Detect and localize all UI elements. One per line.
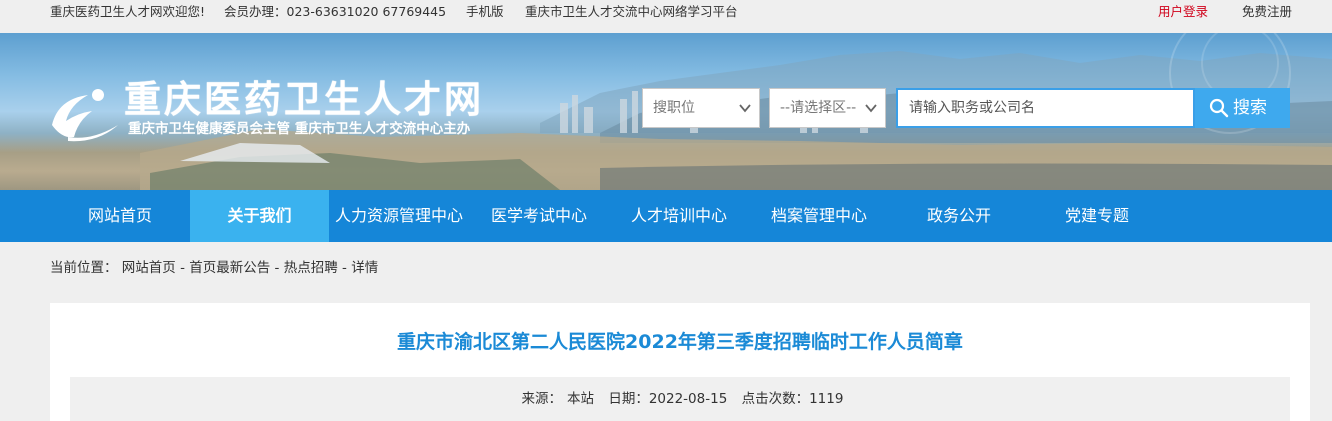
- article-meta: 来源： 本站 日期：2022-08-15 点击次数：1119: [70, 390, 1290, 408]
- chevron-down-icon: [739, 104, 751, 113]
- nav-item-party-building[interactable]: 党建专题: [1029, 190, 1165, 242]
- nav-item-home[interactable]: 网站首页: [50, 190, 190, 242]
- header-banner: 重庆医药卫生人才网 重庆市卫生健康委员会主管 重庆市卫生人才交流中心主办 搜职位…: [0, 33, 1332, 190]
- breadcrumb-separator: -: [175, 260, 190, 276]
- area-select[interactable]: --请选择区--: [769, 88, 886, 128]
- date-value: 2022-08-15: [648, 391, 728, 407]
- search-icon: [1209, 98, 1229, 118]
- clicks-value: 1119: [809, 391, 844, 407]
- nav-item-government-affairs[interactable]: 政务公开: [889, 190, 1029, 242]
- site-logo-icon: [52, 89, 118, 142]
- nav-item-archive-center[interactable]: 档案管理中心: [749, 190, 889, 242]
- breadcrumb-hot-jobs[interactable]: 热点招聘: [284, 260, 338, 276]
- site-title: 重庆医药卫生人才网: [124, 78, 484, 121]
- site-sponsor: 重庆市卫生健康委员会主管 重庆市卫生人才交流中心主办: [128, 121, 471, 137]
- area-value: --请选择区--: [780, 100, 857, 116]
- source-value: 本站: [567, 391, 595, 407]
- mobile-version-link[interactable]: 手机版: [466, 4, 504, 20]
- search-button[interactable]: 搜索: [1195, 88, 1290, 128]
- breadcrumb-home[interactable]: 网站首页: [122, 260, 176, 276]
- register-link[interactable]: 免费注册: [1242, 4, 1292, 20]
- nav-item-hr-center[interactable]: 人力资源管理中心: [329, 190, 469, 242]
- breadcrumb: 当前位置： 网站首页 - 首页最新公告 - 热点招聘 - 详情: [50, 259, 378, 277]
- nav-item-training-center[interactable]: 人才培训中心: [609, 190, 749, 242]
- article-card: 重庆市渝北区第二人民医院2022年第三季度招聘临时工作人员简章 来源： 本站 日期…: [50, 303, 1310, 421]
- article-meta-bar: 来源： 本站 日期：2022-08-15 点击次数：1119: [70, 377, 1290, 421]
- login-link[interactable]: 用户登录: [1158, 4, 1208, 20]
- source-label: 来源：: [521, 391, 563, 407]
- learning-platform-link[interactable]: 重庆市卫生人才交流中心网络学习平台: [525, 4, 738, 20]
- breadcrumb-current: 详情: [351, 260, 379, 276]
- article-title: 重庆市渝北区第二人民医院2022年第三季度招聘临时工作人员简章: [397, 331, 963, 353]
- search-button-label: 搜索: [1233, 98, 1267, 118]
- breadcrumb-separator: -: [337, 260, 352, 276]
- member-hotline: 会员办理：023-63631020 67769445: [224, 4, 447, 19]
- clicks-label: 点击次数：: [741, 391, 810, 407]
- date-label: 日期：: [608, 391, 649, 407]
- job-type-value: 搜职位: [653, 100, 695, 116]
- breadcrumb-separator: -: [270, 260, 284, 276]
- nav-item-exam-center[interactable]: 医学考试中心: [469, 190, 609, 242]
- chevron-down-icon: [865, 104, 877, 113]
- main-nav: 网站首页 关于我们 人力资源管理中心 医学考试中心 人才培训中心 档案管理中心 …: [0, 190, 1332, 242]
- search-input[interactable]: 请输入职务或公司名: [896, 88, 1195, 128]
- breadcrumb-prefix: 当前位置：: [50, 260, 118, 276]
- nav-item-about[interactable]: 关于我们: [190, 190, 329, 242]
- job-type-select[interactable]: 搜职位: [642, 88, 760, 128]
- welcome-text: 重庆医药卫生人才网欢迎您!: [50, 4, 206, 19]
- breadcrumb-announcements[interactable]: 首页最新公告: [189, 260, 270, 276]
- top-bar: 重庆医药卫生人才网欢迎您! 会员办理：023-63631020 67769445…: [0, 0, 1332, 24]
